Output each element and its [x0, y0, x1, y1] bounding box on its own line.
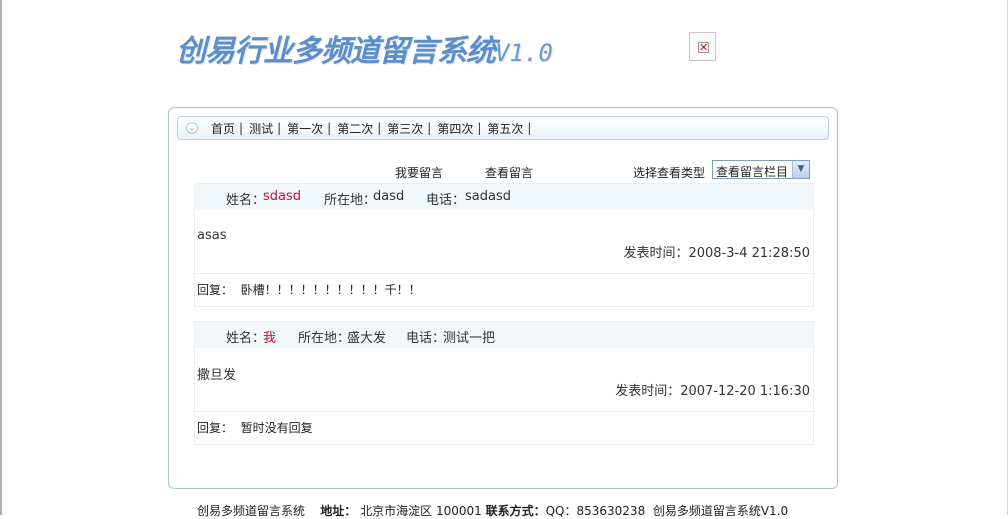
nav-item-test[interactable]: 测试 [246, 120, 276, 137]
message-toolbar: 我要留言 查看留言 选择查看类型 查看留言栏目 ▼ [169, 160, 837, 182]
phone-label: 电话： [426, 193, 466, 208]
message-divider [195, 273, 813, 274]
nav-bullet-icon: ⌄ [186, 122, 198, 134]
nav-separator: | [377, 121, 382, 135]
message-header: 姓名： sdasd 所在地： dasd 电话： sadasd [195, 184, 813, 210]
message-entry: 姓名： sdasd 所在地： dasd 电话： sadasd asas 发表时间… [194, 183, 814, 307]
message-time: 发表时间：2007-12-20 1:16:30 [615, 380, 810, 399]
author-phone: 测试一把 [443, 331, 496, 346]
nav-separator: | [527, 121, 532, 135]
nav-item-first[interactable]: 第一次 [284, 120, 326, 137]
footer-address-label: 地址： [320, 504, 357, 518]
author-name: 我 [263, 331, 277, 346]
location-label: 所在地： [298, 331, 351, 346]
logo-version: V1.0 [495, 39, 553, 67]
time-label: 发表时间： [615, 384, 681, 399]
page-footer: 创易多频道留言系统 地址： 北京市海淀区 100001 联系方式：QQ：8536… [197, 502, 788, 519]
nav-item-third[interactable]: 第三次 [384, 120, 426, 137]
author-location: 盛大发 [347, 331, 387, 346]
view-type-label: 选择查看类型 [633, 166, 706, 180]
nav-separator: | [239, 121, 244, 135]
message-divider [195, 411, 813, 412]
reply-label: 回复： [197, 421, 234, 435]
message-reply: 回复： 暂时没有回复 [197, 419, 313, 436]
message-content: asas [197, 228, 227, 243]
main-panel: ⌄ 首页 | 测试 | 第一次 | 第二次 | 第三次 | 第四次 | 第五次 … [168, 107, 838, 489]
view-type-select[interactable]: 查看留言栏目 ▼ [712, 160, 810, 179]
logo-text: 创易行业多频道留言系统 [176, 34, 496, 69]
message-time: 发表时间：2008-3-4 21:28:50 [623, 242, 810, 261]
nav-bar: ⌄ 首页 | 测试 | 第一次 | 第二次 | 第三次 | 第四次 | 第五次 … [177, 116, 829, 140]
broken-image-icon: ✕ [698, 41, 709, 54]
nav-separator: | [327, 121, 332, 135]
broken-image-placeholder: ✕ [689, 32, 716, 61]
nav-separator: | [277, 121, 282, 135]
author-location: dasd [373, 189, 405, 204]
nav-separator: | [427, 121, 432, 135]
view-type-select-value: 查看留言栏目 [716, 165, 789, 179]
footer-contact-label: 联系方式： [485, 504, 546, 518]
name-label: 姓名： [226, 331, 266, 346]
message-content: 撒旦发 [197, 368, 237, 383]
footer-site-name: 创易多频道留言系统 [197, 504, 306, 518]
footer-contact: QQ：853630238 [545, 504, 646, 518]
reply-label: 回复： [197, 283, 234, 297]
footer-site-name-version: 创易多频道留言系统V1.0 [652, 504, 789, 518]
nav-item-fifth[interactable]: 第五次 [484, 120, 526, 137]
nav-item-home[interactable]: 首页 [208, 120, 238, 137]
reply-text: 暂时没有回复 [240, 421, 313, 435]
author-name: sdasd [263, 189, 302, 204]
chevron-down-icon[interactable]: ▼ [792, 161, 809, 178]
view-messages-link[interactable]: 查看留言 [485, 164, 533, 181]
message-header: 姓名： 我 所在地： 盛大发 电话： 测试一把 [195, 322, 813, 348]
name-label: 姓名： [226, 193, 266, 208]
post-message-link[interactable]: 我要留言 [395, 164, 443, 181]
reply-text: 卧槽！！！！！！！！！！千！！ [240, 283, 421, 297]
nav-item-second[interactable]: 第二次 [334, 120, 376, 137]
window-left-border [0, 0, 2, 515]
time-value: 2007-12-20 1:16:30 [680, 384, 810, 399]
time-value: 2008-3-4 21:28:50 [688, 246, 810, 261]
nav-separator: | [477, 121, 482, 135]
location-label: 所在地： [324, 193, 377, 208]
nav-item-fourth[interactable]: 第四次 [434, 120, 476, 137]
message-entry: 姓名： 我 所在地： 盛大发 电话： 测试一把 撒旦发 发表时间：2007-12… [194, 321, 814, 445]
site-logo: 创易行业多频道留言系统V1.0 [176, 26, 553, 69]
author-phone: sadasd [465, 189, 511, 204]
time-label: 发表时间： [623, 246, 689, 261]
phone-label: 电话： [406, 331, 446, 346]
message-reply: 回复： 卧槽！！！！！！！！！！千！！ [197, 281, 421, 298]
footer-address: 北京市海淀区 100001 [360, 504, 482, 518]
